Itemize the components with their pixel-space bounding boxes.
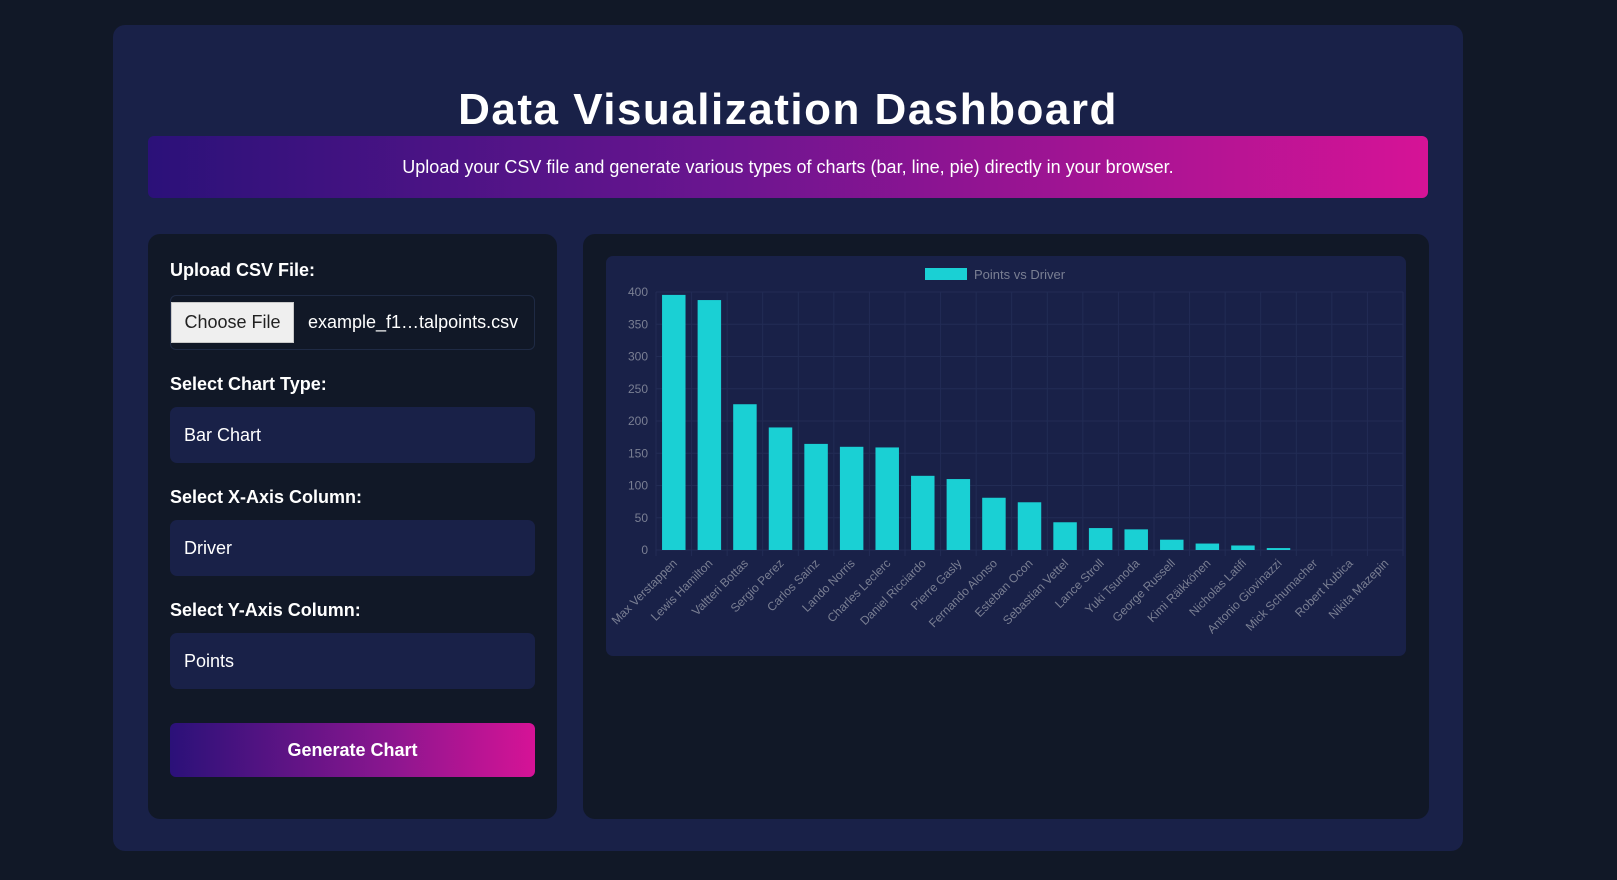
bar-chart: 050100150200250300350400Max VerstappenLe… (609, 267, 1404, 636)
upload-label: Upload CSV File: (170, 260, 316, 280)
bar (1053, 522, 1077, 550)
x-axis-label: Select X-Axis Column: (170, 487, 363, 507)
info-banner: Upload your CSV file and generate variou… (148, 136, 1428, 198)
chart-type-value: Bar Chart (184, 424, 262, 445)
bar (1195, 543, 1220, 550)
x-axis-select[interactable]: Driver (170, 520, 535, 576)
page-title: Data Visualization Dashboard (458, 85, 1118, 134)
bar (875, 447, 899, 550)
y-axis-select[interactable]: Points (170, 633, 535, 689)
file-name: example_f1…talpoints.csv (308, 312, 519, 332)
bar (1266, 548, 1291, 550)
y-tick-label: 250 (628, 382, 648, 396)
bar (1231, 545, 1255, 550)
legend-label: Points vs Driver (974, 267, 1066, 282)
bar (804, 443, 828, 550)
y-tick-label: 150 (628, 446, 648, 460)
y-tick-label: 100 (628, 479, 648, 493)
chart-panel: 0 50 100 150 200 250 300 350 400 Max Verstappen Le… (583, 234, 1429, 819)
y-axis-value: Points (184, 650, 235, 671)
bar (911, 475, 935, 550)
bar (768, 427, 793, 550)
y-tick-label: 0 (641, 543, 648, 557)
dashboard-container: Data Visualization Dashboard Upload your… (113, 25, 1463, 851)
chart-canvas: 0 50 100 150 200 250 300 350 400 Max Verstappen Le… (606, 256, 1406, 656)
generate-chart-button[interactable]: Generate Chart (170, 723, 535, 777)
y-tick-label: 300 (628, 350, 648, 364)
x-tick-label: George Russell (1110, 556, 1178, 624)
chart-type-label: Select Chart Type: (170, 374, 327, 394)
x-tick-label: Charles Leclerc (824, 556, 893, 625)
banner-text: Upload your CSV file and generate variou… (402, 156, 1174, 177)
bar (839, 446, 864, 550)
x-tick-label: Lewis Hamilton (648, 556, 715, 623)
y-tick-label: 400 (628, 285, 648, 299)
bar (1160, 539, 1184, 550)
chart-type-select[interactable]: Bar Chart (170, 407, 535, 463)
x-axis-value: Driver (184, 537, 232, 558)
bar (946, 479, 971, 550)
bar (982, 497, 1006, 550)
controls-panel: Upload CSV File: Choose File example_f1…… (148, 234, 557, 819)
bar (733, 404, 757, 550)
y-axis-label: Select Y-Axis Column: (170, 600, 361, 620)
file-input[interactable]: Choose File example_f1…talpoints.csv (170, 295, 535, 350)
y-tick-label: 50 (635, 511, 649, 525)
choose-file-button[interactable]: Choose File (171, 302, 294, 343)
bar (1124, 529, 1148, 550)
bar (662, 294, 686, 550)
bar (1017, 502, 1042, 550)
bar (697, 300, 722, 550)
y-tick-label: 350 (628, 317, 648, 331)
y-tick-label: 200 (628, 414, 648, 428)
bar (1088, 528, 1113, 550)
x-tick-label: Kimi Räikkönen (1145, 556, 1214, 625)
legend-swatch (925, 268, 967, 280)
